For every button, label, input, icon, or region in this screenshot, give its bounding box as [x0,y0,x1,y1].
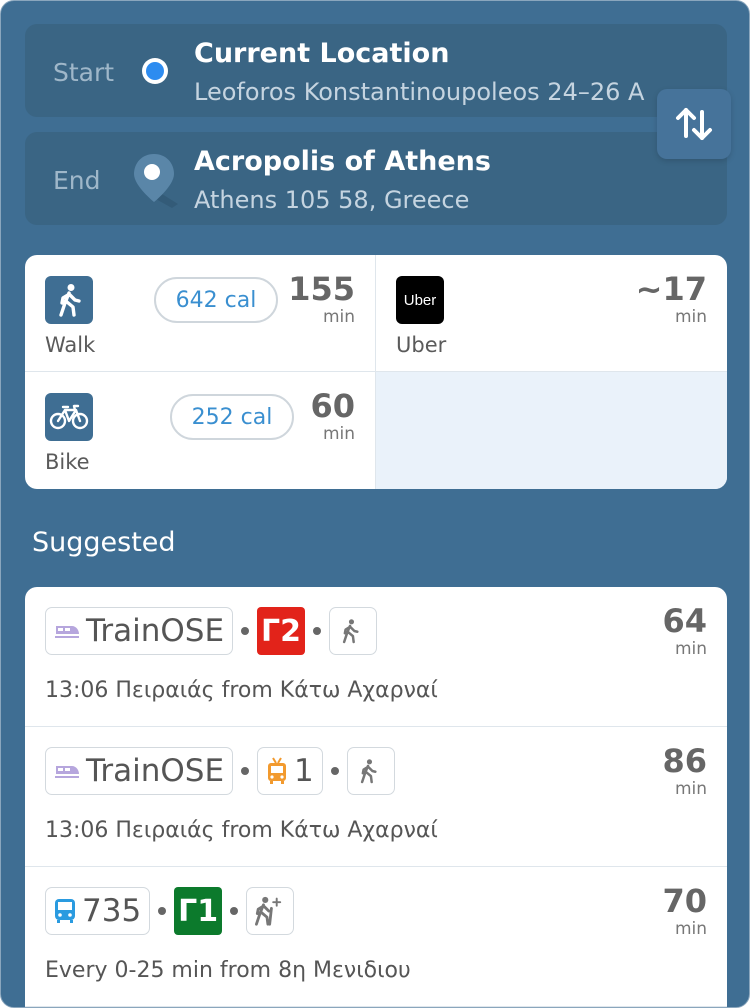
end-title: Acropolis of Athens [194,146,491,177]
leg-separator [313,627,322,635]
train-icon [55,626,79,638]
bike-calories-badge: 252 cal [170,394,294,440]
route-details: 13:06 Πειραιάς from Κάτω Αχαρναί [45,818,438,843]
swap-locations-button[interactable] [657,89,731,159]
walk-icon [342,619,359,644]
suggested-routes-list: TrainOSE Γ2 64 min 13:06 Πειραιάς from Κ… [25,587,727,1007]
route-details: Every 0-25 min from 8η Μενιδιου [45,958,411,983]
route-legs: TrainOSE 1 [45,747,395,795]
route-legs: TrainOSE Γ2 [45,607,378,655]
route-time-value: 64 [662,602,707,640]
uber-time-unit: min [674,307,707,327]
trolleybus-line-label: 1 [294,753,314,789]
start-address: Leoforos Konstantinoupoleos 24–26 A [194,78,645,106]
hike-leg-chip [246,887,295,935]
line-badge: Γ1 [174,887,223,935]
bike-icon [45,393,93,441]
leg-separator [241,627,250,635]
walk-label: Walk [45,333,96,357]
walk-calories-badge: 642 cal [154,277,278,323]
bus-line-label: 735 [82,893,142,929]
route-option[interactable]: 735 Γ1 70 min Every 0-25 min from 8η Μεν… [25,867,727,1007]
leg-separator [241,767,250,775]
walk-icon [45,276,93,324]
route-time-unit: min [674,639,707,659]
walk-duration: 155 min [288,271,355,327]
trolleybus-chip: 1 [257,747,323,795]
leg-separator [230,907,239,915]
directions-panel: Start Current Location Leoforos Konstant… [0,0,750,1008]
end-location-row[interactable]: End Acropolis of Athens Athens 105 58, G… [25,132,727,225]
bus-chip: 735 [45,887,151,935]
suggested-heading: Suggested [32,527,176,558]
uber-logo-icon: Uber [396,276,444,324]
train-label: TrainOSE [86,613,225,649]
leg-separator [330,767,339,775]
route-duration: 64 min [662,603,707,659]
walk-icon [360,759,377,784]
start-title: Current Location [194,38,450,69]
bike-duration: 60 min [310,388,355,444]
bike-time-value: 60 [310,387,355,425]
start-label: Start [53,58,115,87]
end-label: End [53,166,101,195]
uber-duration: ~17 min [636,271,707,327]
route-details: 13:06 Πειραιάς from Κάτω Αχαρναί [45,678,438,703]
uber-time-value: ~17 [635,270,707,308]
uber-label: Uber [396,333,447,357]
mode-bike[interactable]: Bike 252 cal 60 min [25,372,376,489]
bike-time-unit: min [322,424,355,444]
trolleybus-icon [268,757,287,784]
bus-icon [55,899,75,923]
train-chip: TrainOSE [45,747,234,795]
current-location-dot-icon [142,58,168,84]
hiking-icon [255,896,282,926]
line-badge: Γ2 [257,607,306,655]
bike-label: Bike [45,450,90,474]
walk-leg-chip [329,607,378,655]
mode-walk[interactable]: Walk 642 cal 155 min [25,255,376,372]
route-time-value: 70 [662,882,707,920]
walk-leg-chip [346,747,395,795]
mode-empty-cell [376,372,727,489]
route-option[interactable]: TrainOSE Γ2 64 min 13:06 Πειραιάς from Κ… [25,587,727,727]
route-time-unit: min [674,779,707,799]
walk-time-unit: min [322,307,355,327]
route-option[interactable]: TrainOSE 1 86 min 13:06 Πειραιάς from Κά… [25,727,727,867]
route-time-unit: min [674,919,707,939]
walk-time-value: 155 [288,270,355,308]
travel-modes-grid: Walk 642 cal 155 min Uber Uber ~17 min B… [25,255,727,489]
route-legs: 735 Γ1 [45,887,295,935]
map-pin-icon [134,154,178,208]
leg-separator [158,907,167,915]
train-chip: TrainOSE [45,607,234,655]
uber-logo-text: Uber [403,291,437,309]
route-time-value: 86 [662,742,707,780]
end-address: Athens 105 58, Greece [194,186,470,214]
start-location-row[interactable]: Start Current Location Leoforos Konstant… [25,24,727,117]
train-icon [55,766,79,778]
route-duration: 86 min [662,743,707,799]
route-duration: 70 min [662,883,707,939]
train-label: TrainOSE [86,753,225,789]
mode-uber[interactable]: Uber Uber ~17 min [376,255,727,372]
swap-arrows-icon [676,108,712,140]
